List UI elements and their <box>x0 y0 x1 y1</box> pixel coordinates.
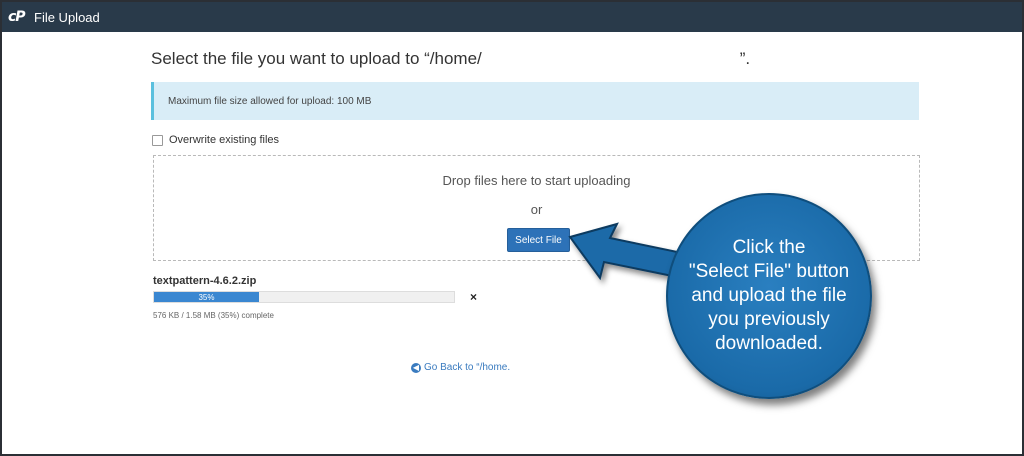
select-file-button[interactable]: Select File <box>507 228 570 252</box>
page-title-suffix: ”. <box>739 49 751 68</box>
overwrite-checkbox[interactable] <box>152 134 163 146</box>
browser-frame: cP File Upload Select the file you want … <box>0 0 1024 456</box>
upload-filename: textpattern-4.6.2.zip <box>153 275 257 287</box>
alert-text: Maximum file size allowed for upload: 10… <box>168 95 372 107</box>
cpanel-logo-icon[interactable]: cP <box>8 8 26 26</box>
go-back-label: Go Back to “/home. <box>424 362 511 373</box>
callout-text: Click the "Select File" button and uploa… <box>688 237 850 354</box>
app-title: File Upload <box>34 9 100 25</box>
overwrite-option[interactable]: Overwrite existing files <box>152 134 279 146</box>
instruction-callout: Click the "Select File" button and uploa… <box>666 193 872 399</box>
page-title-prefix: Select the file you want to upload to “/… <box>151 49 482 68</box>
upload-progress-fill: 35% <box>154 292 259 302</box>
drop-text: Drop files here to start uploading <box>442 173 631 188</box>
cancel-upload-icon[interactable]: × <box>470 290 477 304</box>
page-title: Select the file you want to upload to “/… <box>151 49 750 69</box>
upload-progress-bar: 35% <box>153 291 455 303</box>
go-back-link[interactable]: ◀ Go Back to “/home. <box>411 362 510 373</box>
max-size-alert: Maximum file size allowed for upload: 10… <box>151 82 919 120</box>
upload-progress-label: 35% <box>198 292 215 302</box>
top-bar: cP File Upload <box>2 2 1022 32</box>
overwrite-label: Overwrite existing files <box>169 134 280 146</box>
upload-status: 576 KB / 1.58 MB (35%) complete <box>153 311 274 320</box>
arrow-circle-left-icon: ◀ <box>411 362 421 373</box>
